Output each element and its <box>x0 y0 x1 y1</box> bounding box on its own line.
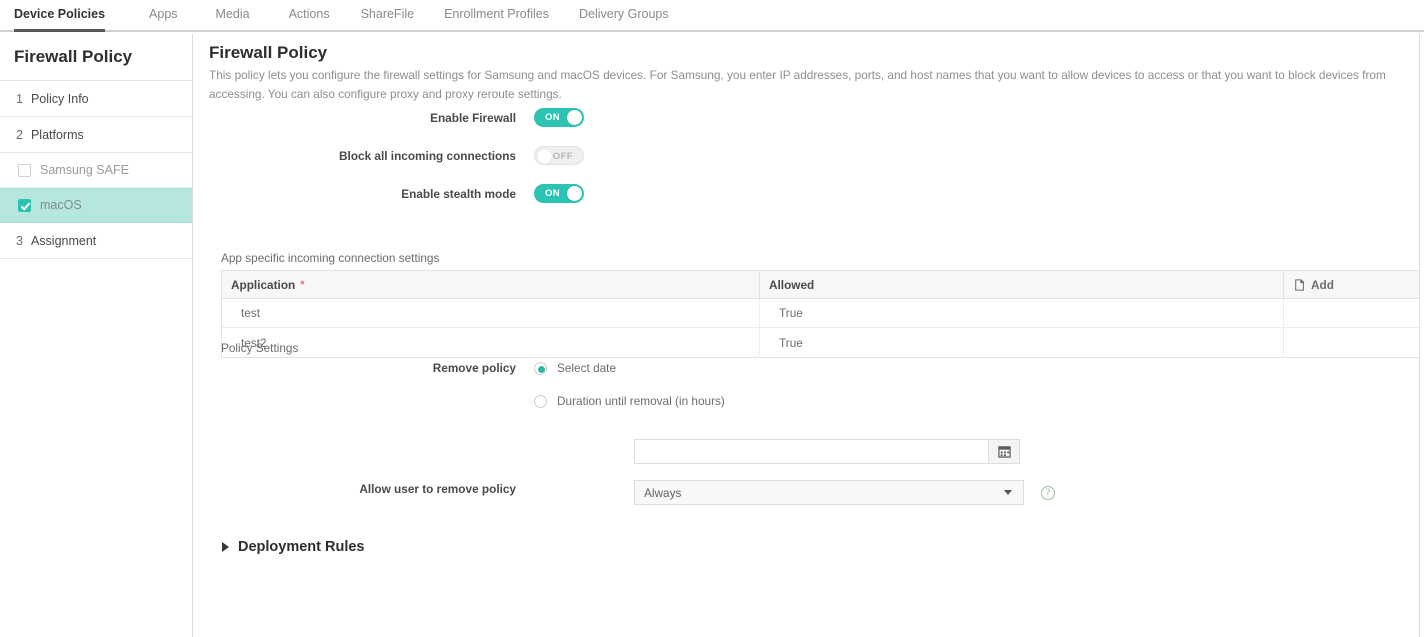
field-remove-policy: Remove policy Select date <box>194 361 616 375</box>
tab-enrollment-profiles[interactable]: Enrollment Profiles <box>444 0 549 32</box>
tab-apps[interactable]: Apps <box>149 0 178 32</box>
table-caption: App specific incoming connection setting… <box>221 251 439 265</box>
sidebar-item-platforms[interactable]: 2 Platforms <box>0 117 192 153</box>
sidebar-item-macos[interactable]: macOS <box>0 188 192 223</box>
cell-actions <box>1284 299 1419 327</box>
tab-media[interactable]: Media <box>216 0 250 32</box>
toggle-state-label: ON <box>545 184 560 203</box>
add-document-icon <box>1294 279 1306 291</box>
sidebar-item-label: macOS <box>40 198 82 212</box>
chevron-right-icon <box>222 542 229 552</box>
column-header-actions: Add <box>1284 271 1419 298</box>
tab-list: Device Policies Apps Media Actions Share… <box>0 0 1424 32</box>
tab-label: Device Policies <box>14 7 105 21</box>
help-icon[interactable]: ? <box>1041 486 1055 500</box>
toggle-enable-stealth-mode[interactable]: ON <box>534 184 584 203</box>
allow-remove-policy-select[interactable]: Always <box>634 480 1024 505</box>
tab-label: ShareFile <box>361 7 415 21</box>
cell-application: test2 <box>222 328 760 357</box>
table-header-row: Application * Allowed Add <box>222 271 1419 299</box>
tab-label: Enrollment Profiles <box>444 7 549 21</box>
field-label: Allow user to remove policy <box>194 482 534 496</box>
field-duration-option: Duration until removal (in hours) <box>194 394 725 408</box>
column-header-allowed: Allowed <box>760 271 1284 298</box>
sidebar-title: Firewall Policy <box>0 34 192 81</box>
toggle-state-label: OFF <box>553 147 573 166</box>
field-block-incoming: Block all incoming connections OFF <box>194 146 584 165</box>
table-row[interactable]: test2 True <box>222 328 1419 357</box>
tab-sharefile[interactable]: ShareFile <box>361 0 415 32</box>
app-connection-table: Application * Allowed Add test True <box>221 270 1420 358</box>
toggle-knob <box>567 186 582 201</box>
radio-label: Duration until removal (in hours) <box>557 394 725 408</box>
date-picker-field <box>634 439 1020 464</box>
toggle-enable-firewall[interactable]: ON <box>534 108 584 127</box>
chevron-down-icon <box>1004 490 1012 495</box>
radio-icon-duration-until-removal[interactable] <box>534 395 547 408</box>
toggle-block-all-incoming-connections[interactable]: OFF <box>534 146 584 165</box>
sidebar: Firewall Policy 1 Policy Info 2 Platform… <box>0 34 193 637</box>
field-allow-remove-policy: Allow user to remove policy <box>194 482 534 496</box>
cell-allowed: True <box>760 299 1284 327</box>
radio-icon-select-date[interactable] <box>534 362 547 375</box>
cell-actions <box>1284 328 1419 357</box>
sidebar-item-label: Assignment <box>31 234 96 248</box>
radio-option-duration[interactable]: Duration until removal (in hours) <box>534 394 725 408</box>
step-number: 1 <box>16 92 23 106</box>
select-value: Always <box>635 486 1004 500</box>
radio-label: Select date <box>557 361 616 375</box>
cell-application: test <box>222 299 760 327</box>
sidebar-item-samsung-safe[interactable]: Samsung SAFE <box>0 153 192 188</box>
field-label: Remove policy <box>194 361 534 375</box>
main-content: Firewall Policy This policy lets you con… <box>194 34 1420 637</box>
tab-label: Media <box>216 7 250 21</box>
sidebar-item-label: Samsung SAFE <box>40 163 129 177</box>
deployment-rules-section[interactable]: Deployment Rules <box>222 539 365 555</box>
table-row[interactable]: test True <box>222 299 1419 328</box>
page-title: Firewall Policy <box>209 43 327 63</box>
checkbox-icon-macos[interactable] <box>18 199 31 212</box>
column-header-label: Allowed <box>769 278 814 292</box>
column-header-application: Application * <box>222 271 760 298</box>
field-stealth-mode: Enable stealth mode ON <box>194 184 584 203</box>
sidebar-item-assignment[interactable]: 3 Assignment <box>0 223 192 259</box>
tab-label: Apps <box>149 7 178 21</box>
calendar-icon <box>998 445 1011 458</box>
tab-delivery-groups[interactable]: Delivery Groups <box>579 0 669 32</box>
step-number: 3 <box>16 234 23 248</box>
field-label: Enable Firewall <box>194 111 534 125</box>
toggle-knob <box>537 149 552 164</box>
column-header-label: Application <box>231 278 295 292</box>
help-glyph: ? <box>1046 488 1050 498</box>
field-label: Block all incoming connections <box>194 149 534 163</box>
date-input[interactable] <box>635 440 988 463</box>
add-label: Add <box>1311 278 1334 292</box>
radio-option-select-date[interactable]: Select date <box>534 361 616 375</box>
step-number: 2 <box>16 128 23 142</box>
sidebar-item-policy-info[interactable]: 1 Policy Info <box>0 81 192 117</box>
deployment-rules-label: Deployment Rules <box>238 539 365 555</box>
tab-label: Actions <box>289 7 330 21</box>
field-label: Enable stealth mode <box>194 187 534 201</box>
toggle-state-label: ON <box>545 108 560 127</box>
add-row-button[interactable]: Add <box>1284 278 1334 292</box>
checkbox-icon-samsung-safe[interactable] <box>18 164 31 177</box>
sidebar-item-label: Policy Info <box>31 92 89 106</box>
required-marker: * <box>300 279 304 291</box>
toggle-knob <box>567 110 582 125</box>
policy-settings-caption: Policy Settings <box>221 341 298 355</box>
top-tab-bar: Device Policies Apps Media Actions Share… <box>0 0 1424 32</box>
field-enable-firewall: Enable Firewall ON <box>194 108 584 127</box>
page-description: This policy lets you configure the firew… <box>209 66 1409 103</box>
tab-device-policies[interactable]: Device Policies <box>14 0 105 32</box>
sidebar-item-label: Platforms <box>31 128 84 142</box>
cell-allowed: True <box>760 328 1284 357</box>
tab-label: Delivery Groups <box>579 7 669 21</box>
calendar-button[interactable] <box>988 440 1019 463</box>
tab-actions[interactable]: Actions <box>289 0 330 32</box>
